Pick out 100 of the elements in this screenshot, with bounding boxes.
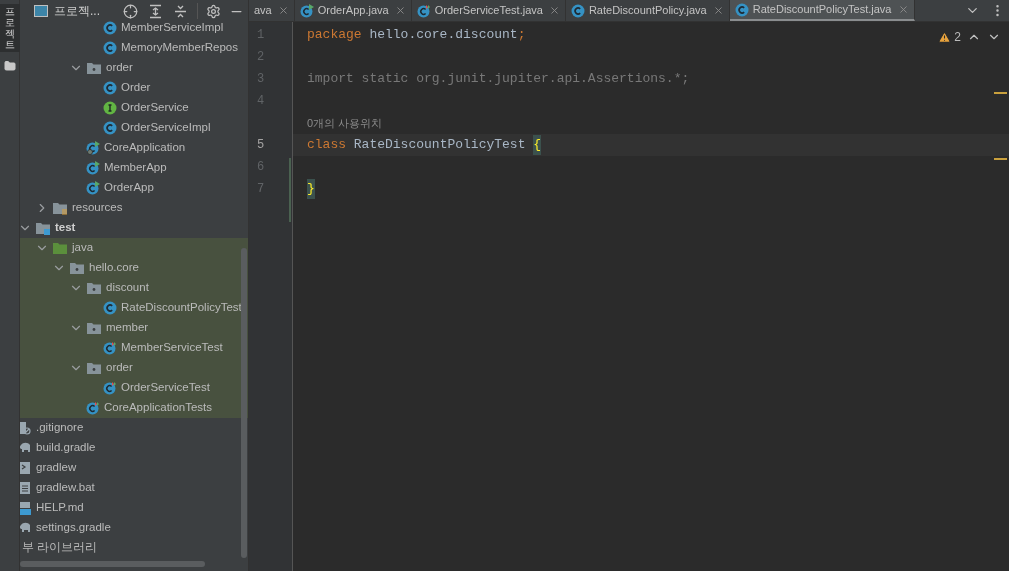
warning-icon[interactable] xyxy=(938,30,952,44)
tree-row[interactable]: gradlew.bat xyxy=(20,478,248,498)
expand-all-icon[interactable] xyxy=(148,3,163,19)
tree-row[interactable]: OrderServiceImpl xyxy=(20,118,248,138)
tree-row[interactable]: order xyxy=(20,358,248,378)
ignore-file-icon xyxy=(20,421,32,435)
tree-item-label: hello.core xyxy=(89,260,139,276)
tree-item-label: MemberApp xyxy=(104,160,167,176)
tab-label: ava xyxy=(254,3,272,19)
class-icon xyxy=(734,2,749,17)
tree-item-label: HELP.md xyxy=(36,500,84,516)
horizontal-scrollbar[interactable] xyxy=(20,561,205,567)
folder-icon xyxy=(86,361,102,375)
class-icon xyxy=(103,41,117,55)
class-icon xyxy=(103,121,117,135)
tree-row[interactable]: MemberServiceImpl xyxy=(20,18,248,38)
editor-tab[interactable]: RateDiscountPolicy.java xyxy=(565,0,730,21)
elephant-icon xyxy=(20,441,32,455)
tree-item-label: OrderService xyxy=(121,100,189,116)
code-token: package xyxy=(307,26,362,45)
tab-label: OrderApp.java xyxy=(317,3,389,19)
warning-count[interactable]: 2 xyxy=(954,28,961,46)
tree-item-label: gradlew xyxy=(36,460,77,476)
close-icon[interactable] xyxy=(897,4,909,15)
tree-item-label: Order xyxy=(121,80,151,96)
editor-tab[interactable]: OrderServiceTest.java xyxy=(411,0,566,21)
test-class-icon xyxy=(103,381,117,395)
project-tool-tab[interactable]: 프로젝트 xyxy=(0,4,20,52)
tree-row[interactable]: member xyxy=(20,318,248,338)
markdown-file-icon xyxy=(20,501,32,515)
runnable-class-icon xyxy=(86,141,100,155)
tab-label: RateDiscountPolicyTest.java xyxy=(752,2,892,18)
editor-tab[interactable]: OrderApp.java xyxy=(294,0,412,21)
panel-title[interactable]: 프로젝... xyxy=(54,2,100,20)
tree-row[interactable]: discount xyxy=(20,278,248,298)
tree-row[interactable]: OrderService xyxy=(20,98,248,118)
editor-tab[interactable]: ava xyxy=(249,0,295,21)
close-icon[interactable] xyxy=(712,5,724,16)
folder-icon[interactable] xyxy=(3,60,16,72)
tree-row[interactable]: MemberServiceTest xyxy=(20,338,248,358)
runnable-class-icon xyxy=(86,181,100,195)
tree-row[interactable]: 부 라이브러리 xyxy=(20,538,248,558)
tool-tab-label: 프로젝트 xyxy=(4,6,15,50)
elephant-icon xyxy=(20,521,32,535)
tree-item-label: gradlew.bat xyxy=(36,480,95,496)
line-number: 5 xyxy=(257,137,265,154)
tree-row[interactable]: CoreApplication xyxy=(20,138,248,158)
tree-row[interactable]: MemoryMemberRepos xyxy=(20,38,248,58)
usage-hint[interactable]: 0개의 사용위치 xyxy=(307,114,383,132)
tree-row[interactable]: resources xyxy=(20,198,248,218)
tree-row[interactable]: build.gradle xyxy=(20,438,248,458)
tree-row[interactable]: RateDiscountPolicyTest xyxy=(20,298,248,318)
tree-item-label: MemoryMemberRepos xyxy=(121,40,238,56)
tree-row[interactable]: CoreApplicationTests xyxy=(20,398,248,418)
tree-row[interactable]: OrderServiceTest xyxy=(20,378,248,398)
tree-row[interactable]: test xyxy=(20,218,248,238)
close-icon[interactable] xyxy=(394,5,406,16)
editor-tab[interactable]: RateDiscountPolicyTest.java xyxy=(729,0,915,21)
tree-item-label: CoreApplication xyxy=(104,140,186,156)
close-icon[interactable] xyxy=(548,5,560,16)
folder-icon xyxy=(86,61,102,75)
class-icon xyxy=(103,301,117,315)
tree-row[interactable]: OrderApp xyxy=(20,178,248,198)
tree-row[interactable]: MemberApp xyxy=(20,158,248,178)
tab-label: OrderServiceTest.java xyxy=(434,3,543,19)
collapse-all-icon[interactable] xyxy=(173,3,188,19)
tree-item-label: order xyxy=(106,60,133,76)
folder-icon xyxy=(86,321,102,335)
tree-row[interactable]: order xyxy=(20,58,248,78)
interface-icon xyxy=(103,101,117,115)
locate-icon[interactable] xyxy=(123,3,138,19)
vertical-scrollbar[interactable] xyxy=(241,248,247,558)
settings-icon[interactable] xyxy=(206,3,221,19)
tree-item-label: member xyxy=(106,320,149,336)
tree-row[interactable]: .gitignore xyxy=(20,418,248,438)
tree-item-label: discount xyxy=(106,280,149,296)
tree-item-label: OrderApp xyxy=(104,180,154,196)
tree-row[interactable]: hello.core xyxy=(20,258,248,278)
tree-item-label: OrderServiceImpl xyxy=(121,120,211,136)
close-icon[interactable] xyxy=(277,5,289,16)
tree-item-label: settings.gradle xyxy=(36,520,111,536)
window-icon xyxy=(34,5,48,17)
class-icon xyxy=(570,3,585,18)
tree-row[interactable]: HELP.md xyxy=(20,498,248,518)
tree-row[interactable]: Order xyxy=(20,78,248,98)
tree-item-label: .gitignore xyxy=(36,420,84,436)
runnable-class-icon xyxy=(86,161,100,175)
tree-row[interactable]: java xyxy=(20,238,248,258)
code-token: RateDiscountPolicyTest xyxy=(352,136,527,155)
folder-icon xyxy=(52,201,68,215)
code-token: { xyxy=(533,135,542,155)
code-token: import static org.junit.jupiter.api.Assertions.*; xyxy=(307,70,690,89)
folder-icon xyxy=(52,241,68,255)
tab-label: RateDiscountPolicy.java xyxy=(588,3,707,19)
code-token: } xyxy=(307,179,315,199)
tree-row[interactable]: settings.gradle xyxy=(20,518,248,538)
tree-row[interactable]: gradlew xyxy=(20,458,248,478)
test-class-icon xyxy=(86,401,100,415)
tree-item-label: resources xyxy=(72,200,123,216)
runnable-class-icon xyxy=(299,3,314,18)
